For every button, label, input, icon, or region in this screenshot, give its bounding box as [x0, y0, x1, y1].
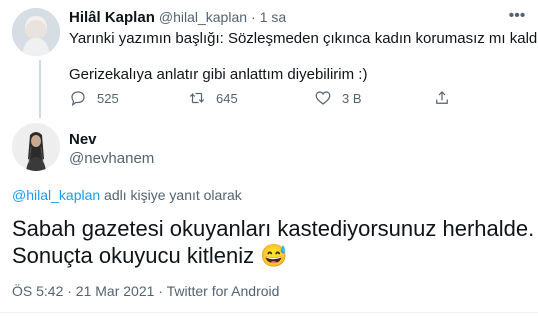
reply-text-line1: Sabah gazetesi okuyanları kastediyorsunu…: [12, 216, 535, 241]
more-icon[interactable]: •••: [507, 8, 527, 28]
tweet-text-line2: Gerizekalıya anlatır gibi anlattım diyeb…: [69, 66, 368, 83]
tweet-meta[interactable]: ÖS 5:42 · 21 Mar 2021 · Twitter for Andr…: [12, 283, 279, 299]
bottom-divider: [0, 312, 538, 313]
reply-to-link[interactable]: @hilal_kaplan: [12, 187, 100, 203]
share-icon: [436, 91, 448, 104]
reply-author-name[interactable]: Nev: [69, 131, 97, 148]
share-button[interactable]: [433, 89, 461, 107]
retweet-icon: [189, 92, 205, 104]
like-icon: [315, 91, 331, 105]
thread-connector-line: [39, 60, 41, 118]
reply-count: 525: [97, 90, 119, 106]
reply-to-label: adlı kişiye yanıt olarak: [100, 187, 242, 203]
retweet-button[interactable]: 645: [188, 89, 238, 107]
sweat-smile-emoji: 😅: [260, 243, 288, 268]
reply-button[interactable]: 525: [69, 89, 119, 107]
reply-icon: [71, 91, 85, 107]
author-name[interactable]: Hilâl Kaplan: [69, 9, 155, 26]
tweet-text-line1: Yarınki yazımın başlığı: Sözleşmeden çık…: [69, 30, 538, 47]
avatar-hilal-kaplan[interactable]: [12, 8, 60, 56]
avatar-nev[interactable]: [12, 123, 60, 171]
separator-dot: ·: [251, 9, 256, 25]
retweet-count: 645: [216, 90, 238, 106]
reply-text-line2: Sonuçta okuyucu kitleniz: [12, 243, 255, 268]
author-handle[interactable]: @hilal_kaplan: [159, 9, 247, 25]
like-button[interactable]: 3 B: [314, 89, 362, 107]
tweet-time[interactable]: 1 sa: [260, 9, 286, 25]
reply-author-handle[interactable]: @nevhanem: [69, 150, 154, 167]
like-count: 3 B: [342, 90, 362, 106]
